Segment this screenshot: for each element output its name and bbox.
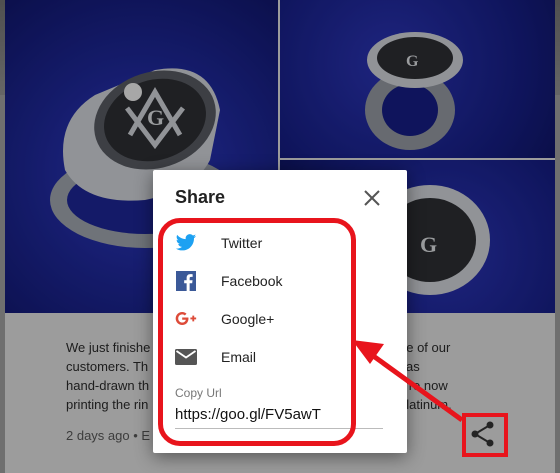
annotation-arrow [352,340,464,423]
